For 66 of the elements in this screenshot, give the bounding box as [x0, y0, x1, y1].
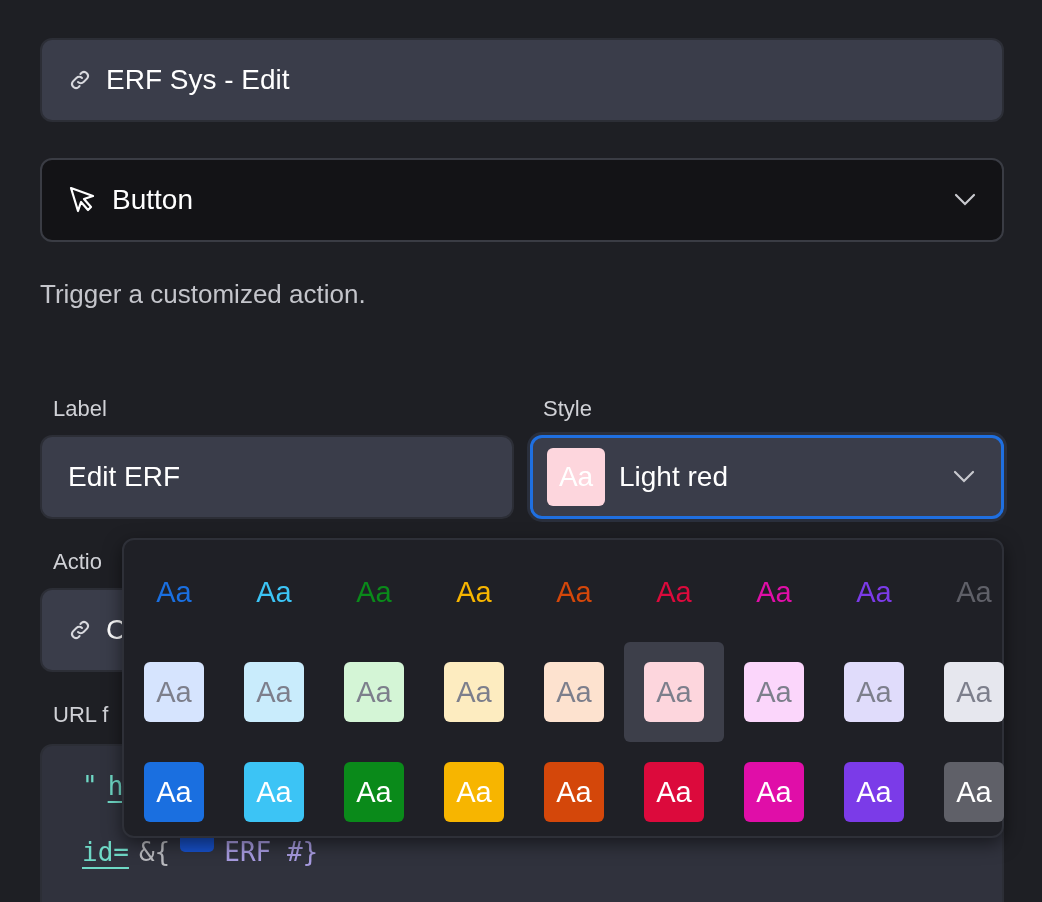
style-swatch: Aa [344, 762, 404, 822]
style-swatch: Aa [444, 762, 504, 822]
style-swatch: Aa [744, 762, 804, 822]
style-swatch: Aa [644, 562, 704, 622]
style-swatch: Aa [544, 662, 604, 722]
style-option[interactable]: Aa [324, 742, 424, 842]
style-swatch: Aa [244, 662, 304, 722]
link-icon [68, 68, 92, 92]
style-option[interactable]: Aa [524, 742, 624, 842]
style-swatch: Aa [344, 662, 404, 722]
style-swatch: Aa [644, 662, 704, 722]
description-text: Trigger a customized action. [40, 278, 367, 310]
field-label: Style [542, 396, 592, 422]
style-option[interactable]: Aa [824, 542, 924, 642]
style-swatch: Aa [344, 562, 404, 622]
style-swatch: Aa [944, 762, 1004, 822]
style-option[interactable]: Aa [924, 542, 1024, 642]
style-swatch: Aa [244, 562, 304, 622]
style-option[interactable]: Aa [724, 542, 824, 642]
chevron-down-icon [954, 193, 976, 207]
style-swatch: Aa [244, 762, 304, 822]
style-swatch: Aa [144, 762, 204, 822]
style-option[interactable]: Aa [824, 742, 924, 842]
code-text: h [107, 770, 124, 803]
style-option[interactable]: Aa [324, 642, 424, 742]
style-option[interactable]: Aa [524, 542, 624, 642]
style-option[interactable]: Aa [424, 742, 524, 842]
style-option[interactable]: Aa [524, 642, 624, 742]
field-label: Label [52, 396, 107, 422]
label-field[interactable]: Edit ERF [40, 435, 514, 519]
style-swatch: Aa [844, 762, 904, 822]
field-label: Actio [52, 549, 102, 575]
style-option[interactable]: Aa [224, 642, 324, 742]
style-option[interactable]: Aa [624, 542, 724, 642]
style-swatch: Aa [144, 562, 204, 622]
field-label: URL f [52, 702, 109, 728]
style-swatch: Aa [544, 562, 604, 622]
code-text: " [82, 770, 98, 803]
style-option[interactable]: Aa [624, 642, 724, 742]
style-option[interactable]: Aa [124, 642, 224, 742]
style-option[interactable]: Aa [324, 542, 424, 642]
style-swatch: Aa [544, 762, 604, 822]
style-swatch: Aa [944, 562, 1004, 622]
style-option[interactable]: Aa [924, 742, 1024, 842]
style-option[interactable]: Aa [724, 642, 824, 742]
style-option[interactable]: Aa [424, 542, 524, 642]
title-field[interactable]: ERF Sys - Edit [40, 38, 1004, 122]
style-swatch: Aa [744, 562, 804, 622]
style-swatch: Aa [844, 562, 904, 622]
style-option[interactable]: Aa [624, 742, 724, 842]
chevron-down-icon [953, 470, 975, 484]
style-option[interactable]: Aa [124, 542, 224, 642]
type-select[interactable]: Button [40, 158, 1004, 242]
style-swatch: Aa [744, 662, 804, 722]
style-option[interactable]: Aa [924, 642, 1024, 742]
style-option[interactable]: Aa [224, 542, 324, 642]
link-icon [68, 618, 92, 642]
style-option[interactable]: Aa [724, 742, 824, 842]
style-swatch: Aa [444, 562, 504, 622]
style-swatch: Aa [844, 662, 904, 722]
style-option[interactable]: Aa [424, 642, 524, 742]
style-swatch: Aa [444, 662, 504, 722]
style-swatch: Aa [944, 662, 1004, 722]
style-option[interactable]: Aa [824, 642, 924, 742]
style-swatch: Aa [144, 662, 204, 722]
style-swatch: Aa [644, 762, 704, 822]
